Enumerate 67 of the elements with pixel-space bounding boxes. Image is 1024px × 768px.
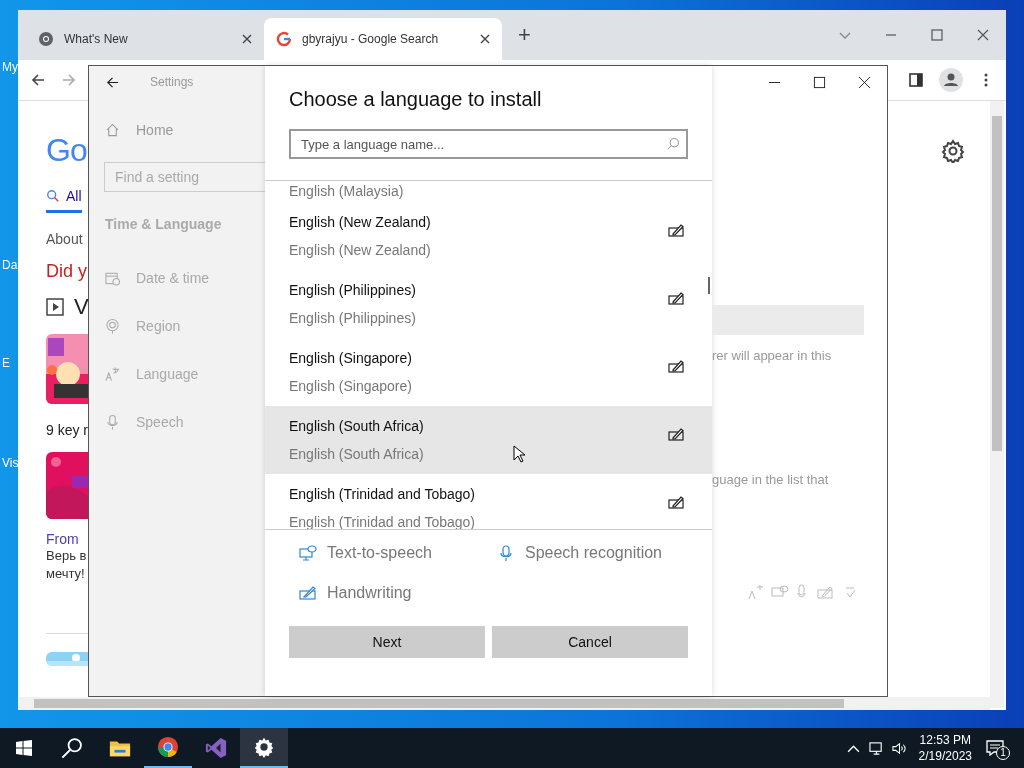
- next-button[interactable]: Next: [289, 626, 485, 658]
- close-icon[interactable]: [242, 34, 252, 44]
- microphone-icon: [497, 545, 515, 561]
- close-icon[interactable]: [480, 34, 490, 44]
- settings-icon[interactable]: [240, 728, 288, 768]
- language-native-name: English (Malaysia): [289, 183, 404, 199]
- google-icon: [276, 31, 292, 47]
- result-link[interactable]: From: [46, 531, 79, 547]
- volume-icon[interactable]: [891, 740, 907, 756]
- globe-icon: [105, 318, 120, 334]
- notification-badge: 1: [996, 746, 1010, 760]
- feature-label: Handwriting: [299, 584, 412, 602]
- result-snippet: мечту!: [46, 565, 85, 583]
- language-list-item[interactable]: English (Trinidad and Tobago) English (Trinidad and Tobago): [265, 474, 712, 529]
- result-snippet: Верь в: [46, 547, 87, 565]
- notification-icon[interactable]: [986, 740, 1004, 756]
- close-icon[interactable]: [858, 76, 871, 89]
- dialog-title: Choose a language to install: [288, 87, 543, 111]
- videos-heading: V: [74, 294, 89, 320]
- browser-tab[interactable]: gbyrajyu - Google Search: [264, 18, 502, 60]
- language-list-item[interactable]: English (Philippines) English (Philippines): [265, 270, 712, 338]
- all-tab[interactable]: All: [46, 188, 82, 213]
- monitor-speech-icon: [299, 545, 317, 561]
- close-icon[interactable]: [976, 28, 990, 42]
- cancel-button[interactable]: Cancel: [492, 626, 688, 658]
- search-icon: [61, 737, 83, 759]
- microphone-icon: [105, 414, 120, 430]
- scrollbar[interactable]: [18, 697, 990, 710]
- feature-label: Speech recognition: [497, 544, 662, 562]
- google-logo: Go: [46, 132, 87, 170]
- windows-logo-icon: [16, 740, 32, 756]
- desktop-icon-label: Da: [2, 258, 18, 272]
- side-panel-icon[interactable]: [908, 72, 924, 88]
- clock[interactable]: 12:53 PM 2/19/2023: [918, 732, 972, 764]
- calendar-icon: [105, 270, 120, 286]
- search-icon: [667, 137, 680, 150]
- language-list-item[interactable]: English (Singapore) English (Singapore): [265, 338, 712, 406]
- language-list-item[interactable]: English (South Africa) English (South Africa): [265, 406, 712, 474]
- desktop-icon-label: Vis: [2, 456, 19, 470]
- back-arrow-icon[interactable]: [30, 72, 46, 88]
- faded-text: rer will appear in this: [712, 348, 832, 363]
- maximize-icon[interactable]: [813, 76, 826, 89]
- settings-icon[interactable]: [941, 139, 965, 163]
- new-tab-button[interactable]: +: [514, 22, 535, 48]
- handwriting-icon: [299, 585, 317, 601]
- window-title: Settings: [150, 75, 194, 89]
- video-caption: 9 key r: [46, 422, 88, 438]
- scrollbar[interactable]: [990, 101, 1004, 708]
- chrome-icon: [38, 31, 54, 47]
- scrollbar-thumb[interactable]: [708, 277, 710, 294]
- feature-label: Text-to-speech: [299, 544, 497, 562]
- language-search-field[interactable]: Type a language name...: [289, 129, 688, 159]
- did-you-mean-text: Did y: [46, 261, 87, 282]
- desktop-icon-label: E: [2, 356, 10, 370]
- profile-icon[interactable]: [939, 68, 963, 92]
- faded-text: guage in the list that: [712, 472, 829, 487]
- network-icon[interactable]: [868, 740, 884, 756]
- home-icon: [105, 122, 120, 138]
- browser-tab[interactable]: What's New: [26, 18, 264, 60]
- desktop-icon-label: My: [2, 60, 18, 74]
- mouse-cursor-icon: [513, 445, 525, 463]
- language-icon: [105, 366, 120, 382]
- search-icon: [46, 189, 60, 203]
- result-stats: About: [46, 231, 83, 247]
- language-list-item[interactable]: English (New Zealand) English (New Zealand): [265, 202, 712, 270]
- video-icon: [46, 298, 64, 316]
- section-heading: Time & Language: [104, 216, 223, 232]
